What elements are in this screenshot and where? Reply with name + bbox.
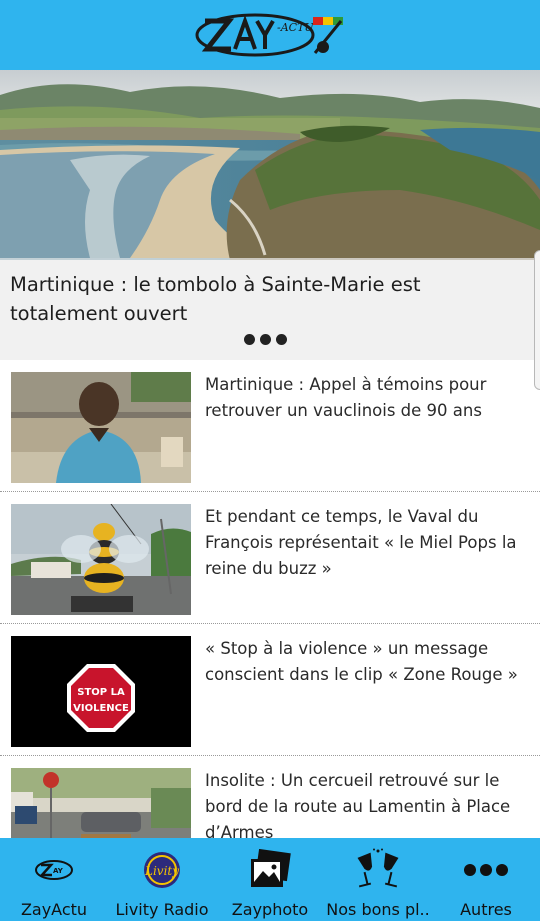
nav-label[interactable]: Livity Radio (108, 900, 216, 919)
nav-label[interactable]: Autres (432, 900, 540, 919)
pager-dot-2[interactable] (260, 334, 271, 345)
article-title[interactable]: Et pendant ce temps, le Vaval du Françoi… (205, 504, 530, 582)
article-title[interactable]: Insolite : Un cercueil retrouvé sur le b… (205, 768, 530, 846)
svg-text:-ACTU: -ACTU (277, 21, 314, 34)
nav-item-autres[interactable]: Autres (432, 838, 540, 921)
zayactu-logo-icon[interactable]: AY (34, 846, 74, 894)
nav-item-zayphoto[interactable]: Zayphoto (216, 838, 324, 921)
article-thumbnail[interactable]: STOP LA VIOLENCE (11, 636, 191, 747)
list-item[interactable]: STOP LA VIOLENCE « Stop à la violence » … (0, 624, 540, 756)
article-thumbnail[interactable] (11, 504, 191, 615)
livity-radio-icon[interactable]: Livity (140, 846, 184, 894)
svg-text:VIOLENCE: VIOLENCE (73, 703, 129, 714)
photos-icon[interactable] (247, 846, 293, 894)
svg-text:Livity: Livity (144, 864, 179, 878)
cheers-glasses-icon[interactable] (355, 846, 401, 894)
nav-label[interactable]: Nos bons pl.. (324, 900, 432, 919)
hero-title[interactable]: Martinique : le tombolo à Sainte-Marie e… (10, 270, 530, 328)
list-item[interactable]: Et pendant ce temps, le Vaval du Françoi… (0, 492, 540, 624)
bottom-nav: AY ZayActu Livity Livity Radio Zayphoto (0, 838, 540, 921)
pager-dot-1[interactable] (244, 334, 255, 345)
nav-label[interactable]: ZayActu (0, 900, 108, 919)
app-header: -ACTU (0, 0, 540, 70)
more-dots-icon[interactable] (463, 846, 509, 894)
svg-text:STOP LA: STOP LA (77, 687, 125, 698)
article-thumbnail[interactable] (11, 372, 191, 483)
zayactu-logo[interactable]: -ACTU (195, 13, 345, 57)
list-item[interactable]: Martinique : Appel à témoins pour retrou… (0, 360, 540, 492)
nav-label[interactable]: Zayphoto (216, 900, 324, 919)
hero-slider[interactable]: Martinique : le tombolo à Sainte-Marie e… (0, 70, 540, 360)
pager-dot-3[interactable] (276, 334, 287, 345)
svg-text:AY: AY (53, 867, 64, 875)
article-title[interactable]: Martinique : Appel à témoins pour retrou… (205, 372, 530, 424)
nav-item-livity-radio[interactable]: Livity Livity Radio (108, 838, 216, 921)
pager-dots[interactable] (244, 334, 287, 345)
nav-item-zayactu[interactable]: AY ZayActu (0, 838, 108, 921)
article-title[interactable]: « Stop à la violence » un message consci… (205, 636, 530, 688)
nav-item-nos-bons-plans[interactable]: Nos bons pl.. (324, 838, 432, 921)
